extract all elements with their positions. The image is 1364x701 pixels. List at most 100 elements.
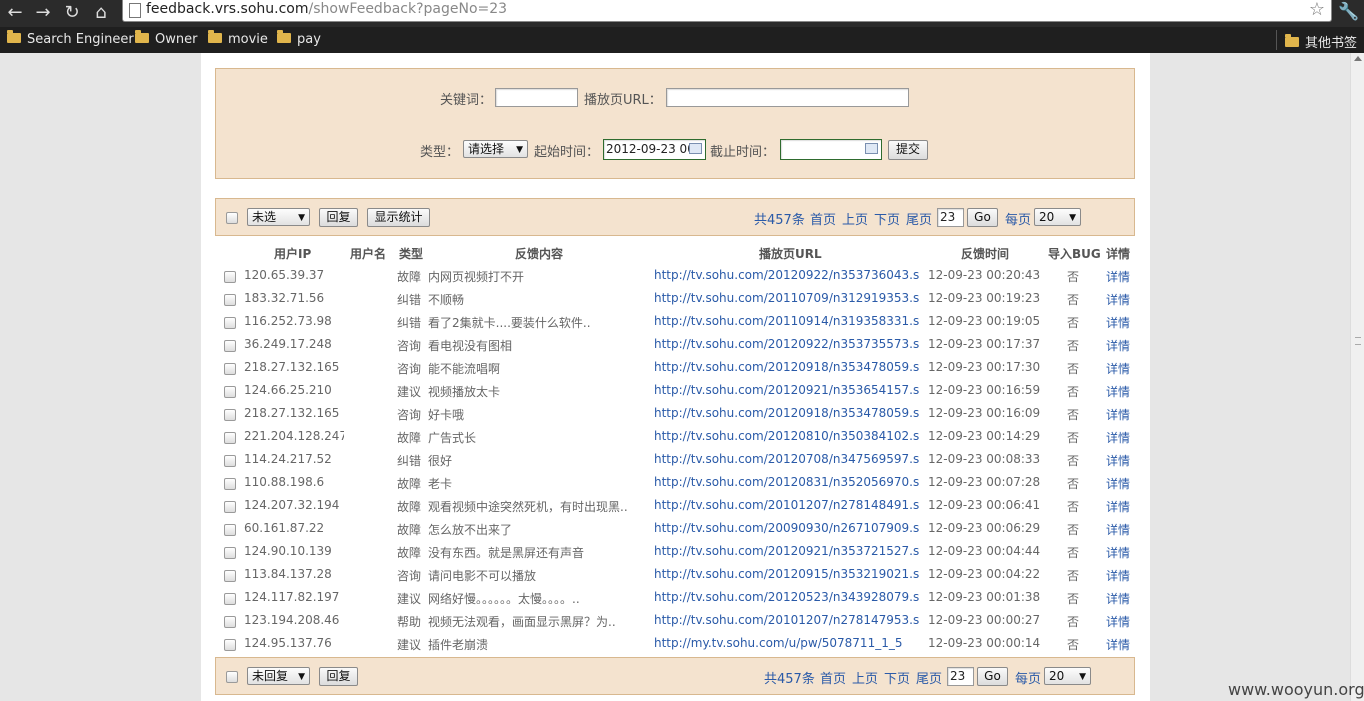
reply-button[interactable]: 回复: [319, 208, 358, 227]
cell-url-link[interactable]: http://tv.sohu.com/20120915/n353219021.s…: [654, 567, 919, 581]
row-checkbox[interactable]: [224, 639, 236, 651]
detail-link[interactable]: 详情: [1106, 337, 1130, 354]
per-page-select-bottom[interactable]: 20 ▼: [1044, 667, 1091, 685]
cell-url-link[interactable]: http://tv.sohu.com/20120708/n347569597.s…: [654, 452, 919, 466]
detail-link[interactable]: 详情: [1106, 475, 1130, 492]
reply-button-bottom[interactable]: 回复: [319, 667, 358, 686]
row-checkbox[interactable]: [224, 547, 236, 559]
forward-arrow-icon[interactable]: →: [32, 2, 54, 24]
filter-select[interactable]: 未选 ▼: [247, 208, 310, 226]
cell-url-link[interactable]: http://my.tv.sohu.com/u/pw/5078711_1_5: [654, 636, 902, 650]
row-checkbox[interactable]: [224, 409, 236, 421]
reply-filter-select[interactable]: 未回复 ▼: [247, 667, 310, 685]
next-page-link[interactable]: 下页: [874, 209, 900, 228]
scroll-grip-icon[interactable]: [1355, 337, 1361, 345]
calendar-icon[interactable]: [865, 143, 878, 154]
page-number-input[interactable]: 23: [937, 208, 964, 227]
row-checkbox[interactable]: [224, 317, 236, 329]
row-checkbox[interactable]: [224, 340, 236, 352]
select-all-checkbox[interactable]: [226, 212, 238, 224]
last-page-link-bottom[interactable]: 尾页: [916, 668, 942, 687]
row-checkbox[interactable]: [224, 271, 236, 283]
detail-link[interactable]: 详情: [1106, 636, 1130, 653]
row-checkbox[interactable]: [224, 616, 236, 628]
go-button[interactable]: Go: [967, 208, 998, 227]
end-time-input[interactable]: [780, 139, 882, 160]
page-number-input-bottom[interactable]: 23: [947, 667, 974, 686]
row-checkbox[interactable]: [224, 294, 236, 306]
detail-link[interactable]: 详情: [1106, 567, 1130, 584]
cell-time: 12-09-23 00:00:14: [928, 636, 1041, 650]
cell-time: 12-09-23 00:04:44: [928, 544, 1041, 558]
cell-url-link[interactable]: http://tv.sohu.com/20120922/n353736043.s…: [654, 268, 919, 282]
prev-page-link[interactable]: 上页: [842, 209, 868, 228]
last-page-link[interactable]: 尾页: [906, 209, 932, 228]
detail-link[interactable]: 详情: [1106, 544, 1130, 561]
detail-link[interactable]: 详情: [1106, 406, 1130, 423]
start-time-input[interactable]: 2012-09-23 00: [603, 139, 706, 160]
reload-icon[interactable]: ↻: [61, 2, 83, 24]
prev-page-link-bottom[interactable]: 上页: [852, 668, 878, 687]
bookmark-movie[interactable]: movie: [208, 30, 268, 48]
bookmark-star-icon[interactable]: ☆: [1309, 0, 1325, 20]
row-checkbox[interactable]: [224, 478, 236, 490]
detail-link[interactable]: 详情: [1106, 452, 1130, 469]
wrench-menu-icon[interactable]: 🔧: [1338, 2, 1359, 22]
address-bar[interactable]: feedback.vrs.sohu.com/showFeedback?pageN…: [122, 0, 1332, 22]
keyword-input[interactable]: [495, 88, 578, 107]
row-checkbox[interactable]: [224, 455, 236, 467]
row-checkbox[interactable]: [224, 593, 236, 605]
bookmark-other[interactable]: 其他书签: [1285, 32, 1357, 51]
cell-url-link[interactable]: http://tv.sohu.com/20120921/n353721527.s…: [654, 544, 919, 558]
row-checkbox[interactable]: [224, 570, 236, 582]
first-page-link[interactable]: 首页: [810, 209, 836, 228]
cell-url-link[interactable]: http://tv.sohu.com/20120810/n350384102.s…: [654, 429, 919, 443]
cell-url-link[interactable]: http://tv.sohu.com/20090930/n267107909.s…: [654, 521, 919, 535]
go-button-bottom[interactable]: Go: [977, 667, 1008, 686]
detail-link[interactable]: 详情: [1106, 498, 1130, 515]
cell-url-link[interactable]: http://tv.sohu.com/20120918/n353478059.s…: [654, 360, 919, 374]
cell-url-link[interactable]: http://tv.sohu.com/20120918/n353478059.s…: [654, 406, 919, 420]
first-page-link-bottom[interactable]: 首页: [820, 668, 846, 687]
submit-button[interactable]: 提交: [888, 140, 928, 160]
cell-url-link[interactable]: http://tv.sohu.com/20110914/n319358331.s…: [654, 314, 919, 328]
row-checkbox[interactable]: [224, 363, 236, 375]
cell-content: 请问电影不可以播放: [428, 569, 537, 583]
detail-link[interactable]: 详情: [1106, 314, 1130, 331]
detail-link[interactable]: 详情: [1106, 291, 1130, 308]
scroll-up-arrow-icon[interactable]: [1354, 56, 1362, 61]
detail-link[interactable]: 详情: [1106, 521, 1130, 538]
row-checkbox[interactable]: [224, 524, 236, 536]
back-arrow-icon[interactable]: ←: [4, 2, 26, 24]
detail-link[interactable]: 详情: [1106, 590, 1130, 607]
cell-url-link[interactable]: http://tv.sohu.com/20101207/n278147953.s…: [654, 613, 919, 627]
address-text[interactable]: feedback.vrs.sohu.com/showFeedback?pageN…: [146, 1, 507, 17]
cell-url-link[interactable]: http://tv.sohu.com/20101207/n278148491.s…: [654, 498, 919, 512]
per-page-select[interactable]: 20 ▼: [1034, 208, 1081, 226]
row-checkbox[interactable]: [224, 432, 236, 444]
cell-url-link[interactable]: http://tv.sohu.com/20120922/n353735573.s…: [654, 337, 919, 351]
detail-link[interactable]: 详情: [1106, 268, 1130, 285]
scrollbar[interactable]: [1350, 53, 1364, 701]
detail-link[interactable]: 详情: [1106, 613, 1130, 630]
next-page-link-bottom[interactable]: 下页: [884, 668, 910, 687]
url-host: feedback.vrs.sohu.com: [146, 1, 309, 17]
detail-link[interactable]: 详情: [1106, 360, 1130, 377]
type-select[interactable]: 请选择 ▼: [463, 140, 528, 158]
show-stats-button[interactable]: 显示统计: [367, 208, 430, 227]
bookmark-owner[interactable]: Owner: [135, 30, 197, 48]
url-input[interactable]: [666, 88, 909, 107]
bookmark-pay[interactable]: pay: [277, 30, 321, 48]
bookmark-search-engineer[interactable]: Search Engineer: [7, 30, 134, 48]
home-icon[interactable]: ⌂: [90, 2, 112, 24]
detail-link[interactable]: 详情: [1106, 383, 1130, 400]
select-all-checkbox-bottom[interactable]: [226, 671, 238, 683]
row-checkbox[interactable]: [224, 501, 236, 513]
cell-url-link[interactable]: http://tv.sohu.com/20110709/n312919353.s…: [654, 291, 919, 305]
cell-url-link[interactable]: http://tv.sohu.com/20120831/n352056970.s…: [654, 475, 919, 489]
cell-url-link[interactable]: http://tv.sohu.com/20120523/n343928079.s…: [654, 590, 919, 604]
detail-link[interactable]: 详情: [1106, 429, 1130, 446]
row-checkbox[interactable]: [224, 386, 236, 398]
calendar-icon[interactable]: [689, 143, 702, 154]
cell-url-link[interactable]: http://tv.sohu.com/20120921/n353654157.s…: [654, 383, 919, 397]
